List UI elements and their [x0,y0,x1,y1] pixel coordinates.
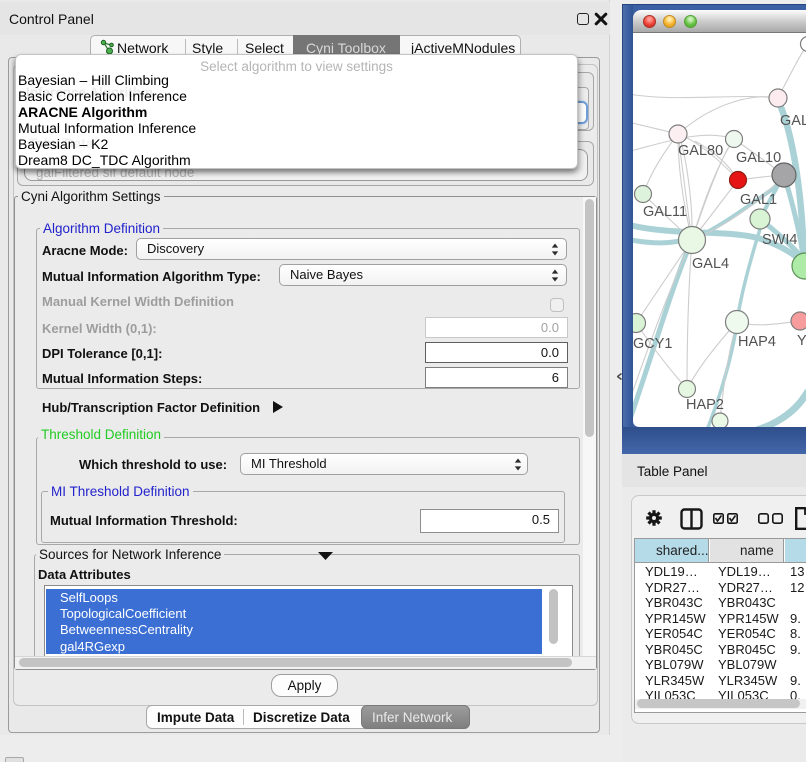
svg-text:HAP4: HAP4 [738,334,776,350]
svg-text:GAL4: GAL4 [692,256,729,272]
svg-text:YJ: YJ [797,333,806,349]
svg-text:HAP2: HAP2 [686,397,724,413]
svg-text:GAL1: GAL1 [740,192,777,208]
svg-text:GCY1: GCY1 [633,336,673,352]
svg-text:GAL7: GAL7 [780,113,806,129]
svg-text:SWI4: SWI4 [762,232,797,248]
svg-text:GAL10: GAL10 [736,150,781,166]
svg-text:GAL11: GAL11 [643,204,687,220]
svg-text:GAL80: GAL80 [678,143,723,159]
